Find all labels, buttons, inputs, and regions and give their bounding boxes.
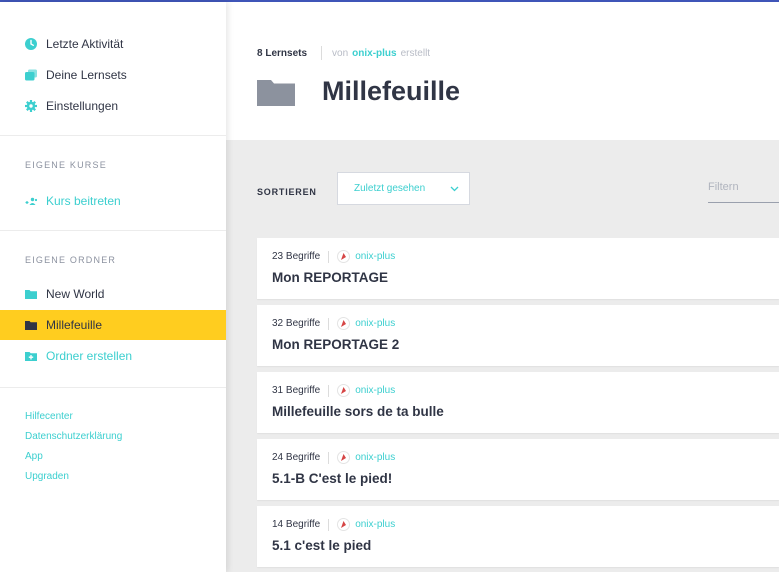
set-card[interactable]: 14 Begriffe onix-plus 5.1 c'est le pied xyxy=(257,506,779,567)
set-title: Mon REPORTAGE 2 xyxy=(272,337,400,352)
sidebar: Letzte Aktivität Deine Lernsets Einstell… xyxy=(0,2,226,572)
create-folder-link[interactable]: Ordner erstellen xyxy=(0,341,226,371)
folder-icon xyxy=(25,321,37,330)
add-group-icon xyxy=(25,197,37,205)
term-count: 14 Begriffe xyxy=(272,519,321,530)
term-count: 24 Begriffe xyxy=(272,452,321,463)
term-count: 23 Begriffe xyxy=(272,251,321,262)
sidebar-item-settings[interactable]: Einstellungen xyxy=(0,91,226,121)
join-course-label: Kurs beitreten xyxy=(46,194,121,208)
set-meta: 23 Begriffe onix-plus xyxy=(272,250,395,263)
sidebar-item-label: Einstellungen xyxy=(46,99,119,113)
sidebar-item-label: Letzte Aktivität xyxy=(46,37,124,51)
sidebar-item-label: Millefeuille xyxy=(46,318,103,332)
footer-link-help[interactable]: Hilfecenter xyxy=(25,411,73,422)
set-card[interactable]: 23 Begriffe onix-plus Mon REPORTAGE xyxy=(257,238,779,299)
sidebar-divider xyxy=(0,387,226,388)
set-count: 8 Lernsets xyxy=(257,47,308,59)
user-avatar-icon xyxy=(337,451,351,464)
meta-separator xyxy=(321,46,323,60)
set-author-link[interactable]: onix-plus xyxy=(355,251,395,262)
set-meta: 24 Begriffe onix-plus xyxy=(272,451,395,464)
user-avatar-icon xyxy=(337,250,351,263)
meta-separator xyxy=(328,384,330,397)
meta-separator xyxy=(328,317,330,330)
set-card[interactable]: 31 Begriffe onix-plus Millefeuille sors … xyxy=(257,372,779,433)
set-card[interactable]: 32 Begriffe onix-plus Mon REPORTAGE 2 xyxy=(257,305,779,366)
sort-dropdown[interactable]: Zuletzt gesehen xyxy=(337,172,470,205)
filter-field xyxy=(708,172,779,205)
sidebar-divider xyxy=(0,135,226,136)
set-title: Millefeuille sors de ta bulle xyxy=(272,404,444,419)
folder-header: 8 Lernsets von onix-plus erstellt Millef… xyxy=(226,2,779,140)
sidebar-divider xyxy=(0,230,226,231)
sidebar-item-label: Deine Lernsets xyxy=(46,68,127,82)
sidebar-item-label: New World xyxy=(46,287,105,301)
set-title: Mon REPORTAGE xyxy=(272,270,388,285)
sidebar-item-folder-millefeuille[interactable]: Millefeuille xyxy=(0,310,226,340)
set-author-link[interactable]: onix-plus xyxy=(355,318,395,329)
add-folder-icon xyxy=(25,352,37,361)
footer-link-privacy[interactable]: Datenschutzerklärung xyxy=(25,431,122,442)
sort-value: Zuletzt gesehen xyxy=(354,183,426,194)
set-meta: 32 Begriffe onix-plus xyxy=(272,317,395,330)
section-title-folders: EIGENE ORDNER xyxy=(25,255,117,265)
section-title-courses: EIGENE KURSE xyxy=(25,160,107,170)
created-by-suffix: erstellt xyxy=(400,47,431,59)
sidebar-item-your-sets[interactable]: Deine Lernsets xyxy=(0,60,226,90)
sets-area: SORTIEREN Zuletzt gesehen 23 Begriffe on… xyxy=(226,140,779,572)
sort-label: SORTIEREN xyxy=(257,187,317,197)
sidebar-item-recent-activity[interactable]: Letzte Aktivität xyxy=(0,29,226,59)
footer-link-upgrade[interactable]: Upgraden xyxy=(25,471,69,482)
set-title: 5.1 c'est le pied xyxy=(272,538,372,553)
meta-separator xyxy=(328,518,330,531)
page-title: Millefeuille xyxy=(322,76,461,106)
gear-icon xyxy=(25,100,37,112)
sidebar-item-folder-new-world[interactable]: New World xyxy=(0,279,226,309)
filter-input[interactable] xyxy=(708,172,779,203)
set-author-link[interactable]: onix-plus xyxy=(355,452,395,463)
set-card[interactable]: 24 Begriffe onix-plus 5.1-B C'est le pie… xyxy=(257,439,779,500)
term-count: 31 Begriffe xyxy=(272,385,321,396)
folder-icon xyxy=(257,80,295,106)
folder-meta: 8 Lernsets von onix-plus erstellt xyxy=(257,46,430,60)
join-course-link[interactable]: Kurs beitreten xyxy=(0,186,226,216)
folder-icon xyxy=(25,290,37,299)
term-count: 32 Begriffe xyxy=(272,318,321,329)
meta-separator xyxy=(328,451,330,464)
clock-icon xyxy=(25,38,37,50)
meta-separator xyxy=(328,250,330,263)
user-avatar-icon xyxy=(337,384,351,397)
set-meta: 31 Begriffe onix-plus xyxy=(272,384,395,397)
set-title: 5.1-B C'est le pied! xyxy=(272,471,393,486)
user-avatar-icon xyxy=(337,518,351,531)
set-author-link[interactable]: onix-plus xyxy=(355,385,395,396)
set-author-link[interactable]: onix-plus xyxy=(355,519,395,530)
create-folder-label: Ordner erstellen xyxy=(46,349,133,363)
footer-link-app[interactable]: App xyxy=(25,451,43,462)
set-meta: 14 Begriffe onix-plus xyxy=(272,518,395,531)
creator-link[interactable]: onix-plus xyxy=(352,48,396,59)
created-by-prefix: von xyxy=(332,47,349,59)
user-avatar-icon xyxy=(337,317,351,330)
chevron-down-icon xyxy=(450,186,459,192)
cards-icon xyxy=(25,69,37,81)
